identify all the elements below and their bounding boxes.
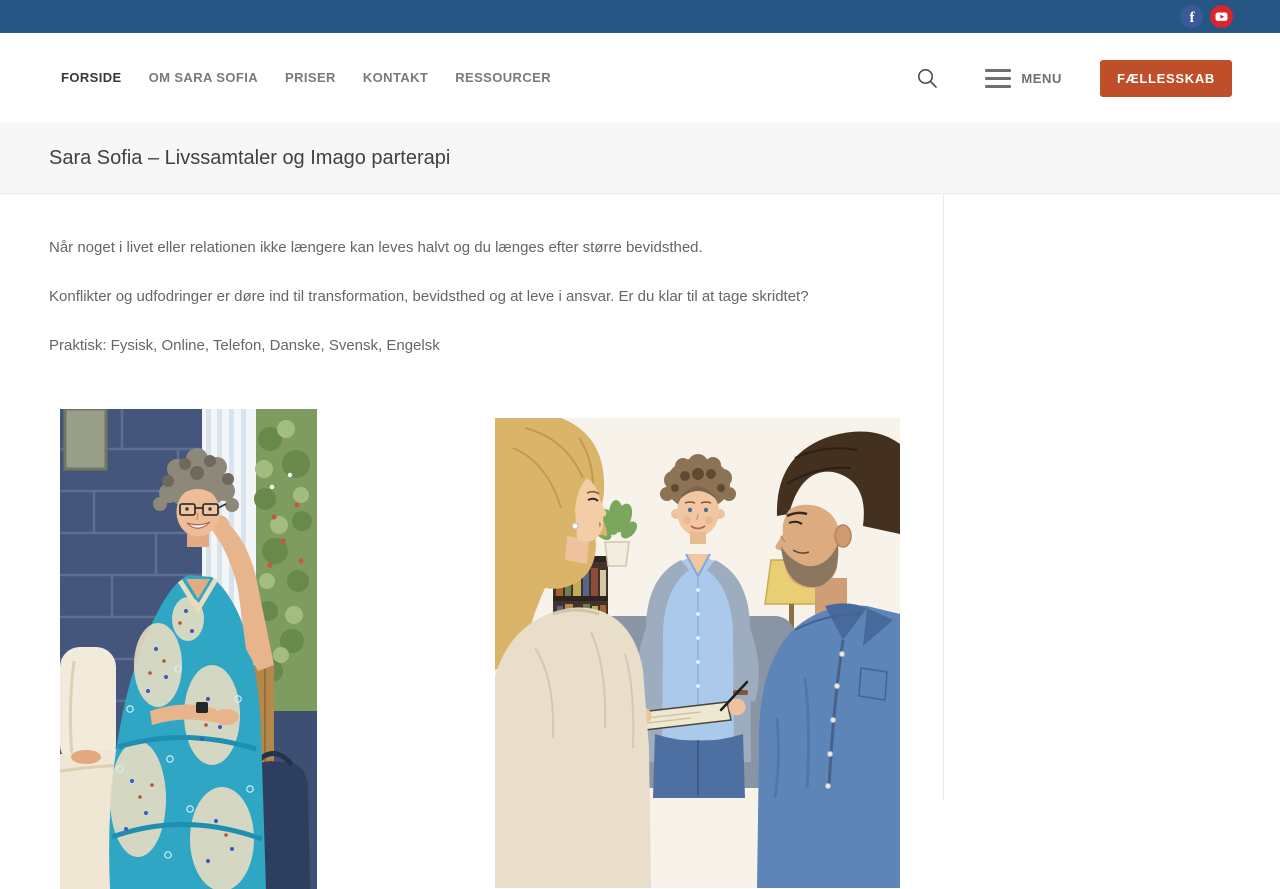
nav-item-priser[interactable]: PRISER (285, 69, 336, 87)
menu-label: MENU (1021, 70, 1062, 86)
therapy-session-svg (495, 418, 900, 888)
nav-item-ressourcer[interactable]: RESSOURCER (455, 69, 551, 87)
svg-text:f: f (1190, 10, 1196, 26)
intro-paragraph-2: Konflikter og udfodringer er døre ind ti… (49, 288, 809, 305)
woman-on-sofa-svg (60, 409, 317, 889)
nav-link-om-sara-sofia[interactable]: OM SARA SOFIA (149, 70, 258, 85)
imago-therapy-session-illustration (495, 418, 900, 888)
search-icon (918, 68, 938, 88)
nav-link-priser[interactable]: PRISER (285, 70, 336, 85)
nav-link-ressourcer[interactable]: RESSOURCER (455, 70, 551, 85)
nav-link-forside[interactable]: FORSIDE (61, 70, 122, 85)
top-social-bar: f (0, 0, 1280, 33)
facebook-glyph: f (1190, 10, 1196, 26)
search-button[interactable] (912, 63, 943, 94)
nav-item-kontakt[interactable]: KONTAKT (363, 69, 428, 87)
main-layout: Når noget i livet eller relationen ikke … (0, 194, 1280, 889)
nav-link-kontakt[interactable]: KONTAKT (363, 70, 428, 85)
header-right-group: MENU FÆLLESSKAB (912, 59, 1232, 97)
nav-item-om-sara-sofia[interactable]: OM SARA SOFIA (149, 69, 258, 87)
page-title-bar: Sara Sofia – Livssamtaler og Imago parte… (0, 123, 1280, 194)
right-sidebar (944, 194, 1280, 800)
youtube-glyph (1215, 12, 1228, 21)
main-navigation: FORSIDE OM SARA SOFIA PRISER KONTAKT RES… (61, 69, 551, 87)
hamburger-icon (985, 68, 1012, 88)
page-title: Sara Sofia – Livssamtaler og Imago parte… (49, 146, 451, 169)
intro-paragraph-3: Praktisk: Fysisk, Online, Telefon, Dansk… (49, 337, 440, 354)
nav-item-forside[interactable]: FORSIDE (61, 69, 122, 87)
youtube-icon[interactable] (1210, 5, 1233, 28)
facebook-icon[interactable]: f (1180, 5, 1203, 28)
main-content: Når noget i livet eller relationen ikke … (0, 194, 944, 889)
faellesskab-button[interactable]: FÆLLESSKAB (1100, 59, 1232, 97)
woman-on-sofa-illustration (60, 409, 317, 889)
menu-toggle-button[interactable]: MENU (985, 68, 1062, 88)
illustration-row (49, 409, 903, 889)
intro-paragraph-1: Når noget i livet eller relationen ikke … (49, 239, 703, 256)
site-header: FORSIDE OM SARA SOFIA PRISER KONTAKT RES… (0, 33, 1280, 123)
